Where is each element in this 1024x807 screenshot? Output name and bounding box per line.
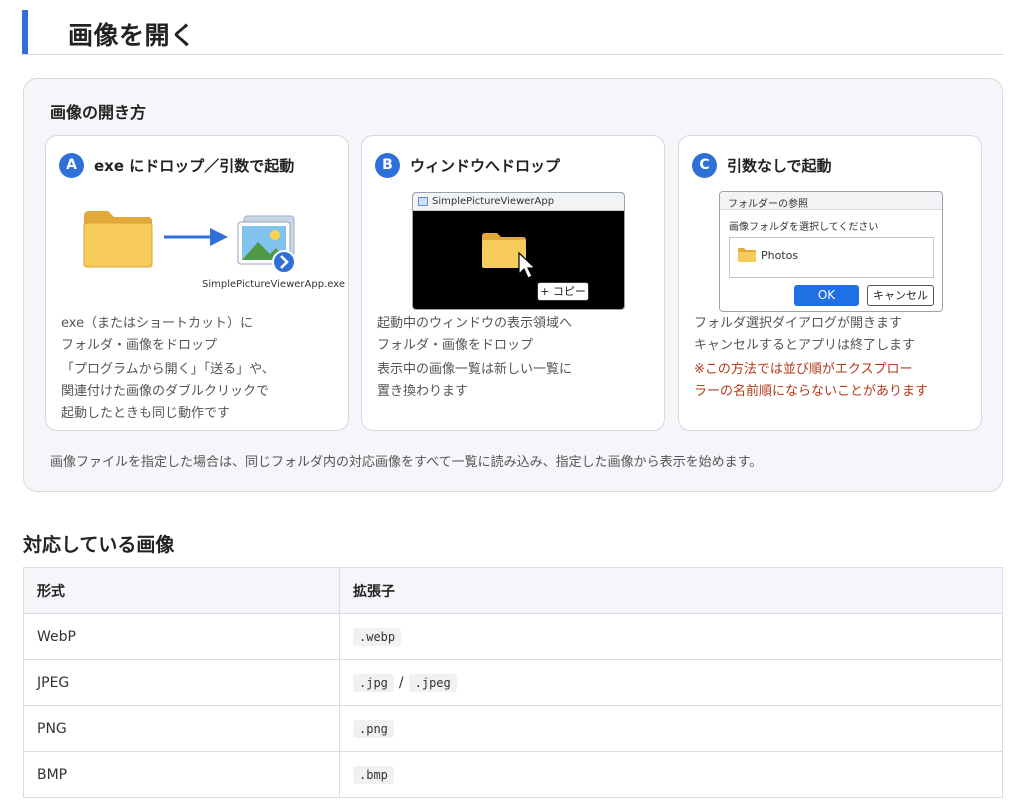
format-cell: BMP <box>23 751 340 798</box>
dialog-message: 画像フォルダを選択してください <box>729 222 879 233</box>
folder-icon <box>83 211 153 268</box>
header-accent-bar <box>22 10 28 54</box>
extension-separator: / <box>398 674 404 691</box>
format-cell: WebP <box>23 613 340 660</box>
page-title: 画像を開く <box>68 21 196 50</box>
table-row: WebP .webp <box>23 613 1003 660</box>
app-window-illustration: SimplePictureViewerApp + コピー <box>412 192 625 310</box>
dialog-ok-button: OK <box>794 285 859 306</box>
how-to-open-panel: 画像の開き方 A exe にドロップ／引数で起動 SimplePictureVi… <box>23 78 1003 492</box>
card-c-line: キャンセルするとアプリは終了します <box>694 338 916 353</box>
table-row: PNG .png <box>23 705 1003 752</box>
card-b-line: 置き換わります <box>377 384 469 399</box>
dialog-title-bar: フォルダーの参照 <box>720 192 942 210</box>
folder-icon <box>738 248 756 262</box>
card-b-line: 表示中の画像一覧は新しい一覧に <box>377 362 573 377</box>
table-header-row: 形式 拡張子 <box>23 567 1003 614</box>
card-c-title: 引数なしで起動 <box>727 157 832 175</box>
card-a-title: exe にドロップ／引数で起動 <box>94 157 295 175</box>
card-exe-drop: A exe にドロップ／引数で起動 SimplePictureViewerApp… <box>45 135 349 431</box>
card-a-line: 関連付けた画像のダブルクリックで <box>61 384 270 399</box>
card-b-title: ウィンドウへドロップ <box>410 157 561 175</box>
exe-file-name: SimplePictureViewerApp.exe <box>202 279 345 290</box>
card-b-text: 起動中のウィンドウの表示領域へ フォルダ・画像をドロップ 表示中の画像一覧は新し… <box>377 313 572 403</box>
arrow-right-icon <box>164 228 228 246</box>
panel-footer-note: 画像ファイルを指定した場合は、同じフォルダ内の対応画像をすべて一覧に読み込み、指… <box>50 455 763 470</box>
card-b-line: フォルダ・画像をドロップ <box>377 338 534 353</box>
badge-a: A <box>59 153 84 178</box>
column-header-extension: 拡張子 <box>339 567 1003 614</box>
table-row: JPEG .jpg / .jpeg <box>23 659 1003 706</box>
badge-b: B <box>375 153 400 178</box>
mouse-cursor-icon <box>518 252 537 279</box>
card-c-note: ※この方法では並び順がエクスプロー <box>694 362 913 377</box>
card-a-line: 「プログラムから開く」「送る」や、 <box>61 362 275 377</box>
dialog-title: フォルダーの参照 <box>728 199 808 210</box>
app-window-icon <box>418 197 428 206</box>
card-b-line: 起動中のウィンドウの表示領域へ <box>377 316 573 331</box>
copy-tooltip: + コピー <box>537 282 589 301</box>
format-cell: PNG <box>23 705 340 752</box>
card-a-text: exe（またはショートカット）に フォルダ・画像をドロップ 「プログラムから開く… <box>61 313 275 425</box>
window-title-bar: SimplePictureViewerApp <box>413 193 624 211</box>
card-a-line: exe（またはショートカット）に <box>61 316 254 331</box>
section-title-supported: 対応している画像 <box>23 534 175 556</box>
card-c-line: フォルダ選択ダイアログが開きます <box>694 316 903 331</box>
folder-list-box: Photos <box>729 237 934 278</box>
supported-formats-table: 形式 拡張子 WebP .webp JPEG .jpg / .jpeg PNG .p… <box>23 567 1003 798</box>
extension-cell: .png <box>339 705 1003 752</box>
extension-cell: .bmp <box>339 751 1003 798</box>
extension-cell: .jpg / .jpeg <box>339 659 1003 706</box>
format-cell: JPEG <box>23 659 340 706</box>
card-a-line: フォルダ・画像をドロップ <box>61 338 218 353</box>
folder-item-photos: Photos <box>761 249 799 262</box>
extension-code: .jpg <box>353 673 394 692</box>
extension-code: .bmp <box>353 765 394 784</box>
card-no-args: C 引数なしで起動 フォルダーの参照 画像フォルダを選択してください Photo… <box>678 135 982 431</box>
dialog-cancel-button: キャンセル <box>867 285 934 306</box>
extension-code: .webp <box>353 627 402 646</box>
badge-c: C <box>692 153 717 178</box>
extension-code: .png <box>353 719 394 738</box>
image-app-icon <box>237 215 296 274</box>
table-row: BMP .bmp <box>23 751 1003 798</box>
page-header: 画像を開く <box>22 10 1004 55</box>
window-title: SimplePictureViewerApp <box>432 196 555 207</box>
extension-code: .jpeg <box>408 673 457 692</box>
extension-cell: .webp <box>339 613 1003 660</box>
folder-dialog-illustration: フォルダーの参照 画像フォルダを選択してください Photos OK キャンセル <box>719 191 943 312</box>
column-header-format: 形式 <box>23 567 340 614</box>
card-c-text: フォルダ選択ダイアログが開きます キャンセルするとアプリは終了します ※この方法… <box>694 313 928 403</box>
card-window-drop: B ウィンドウへドロップ SimplePictureViewerApp + コピ… <box>361 135 665 431</box>
card-c-note: ラーの名前順にならないことがあります <box>694 384 929 399</box>
card-a-line: 起動したときも同じ動作です <box>61 406 231 421</box>
panel-title: 画像の開き方 <box>50 103 147 122</box>
